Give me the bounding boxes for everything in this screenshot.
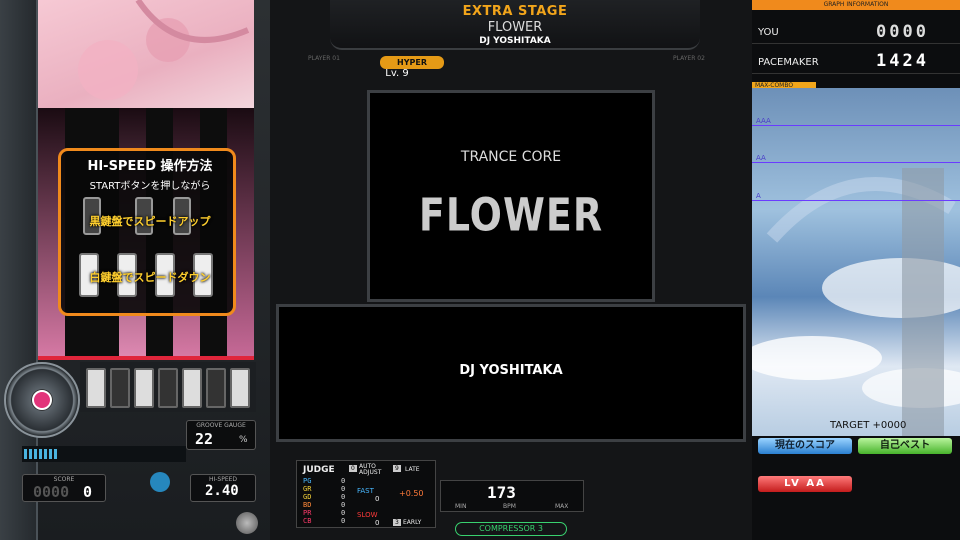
current-score-button[interactable]: 現在のスコア [758,438,852,454]
bpm-max-label: MAX [555,503,569,510]
song-art-panel: TRANCE CORE FLOWER [367,90,655,302]
judge-row-key: PR [303,509,312,517]
bpm-min-label: MIN [455,503,467,510]
indicator-light-icon [150,472,170,492]
fast-value: 0 [375,495,380,503]
judge-row-value: 0 [341,509,346,517]
graph-line-aaa [752,125,960,126]
judge-row-value: 0 [341,477,346,485]
song-artist: DJ YOSHITAKA [479,36,551,46]
background-animation [38,0,254,108]
key-6 [206,368,226,408]
you-row: YOU 0000 [752,20,960,44]
graph-line-a-label: A [756,192,761,200]
judge-row-key: PG [303,477,312,485]
groove-gauge-readout: GROOVE GAUGE 22 % [186,420,256,450]
hispeed-readout: HI-SPEED 2.40 [190,474,256,502]
key-1 [86,368,106,408]
you-value: 0000 [876,22,929,42]
white-key-label: 白鍵盤でスピードダウン [89,271,211,284]
groove-gauge-label: GROOVE GAUGE [196,422,246,429]
slow-label: SLOW [357,511,378,519]
judge-row-value: 0 [341,493,346,501]
score-value-lead: 0000 [33,483,70,501]
hispeed-value: 2.40 [205,483,239,499]
black-key-label: 黒鍵盤でスピードアップ [89,215,211,228]
fast-label: FAST [357,487,374,495]
bpm-label: BPM [503,503,516,510]
late-label: LATE [405,466,420,473]
hispeed-label: HI-SPEED [208,476,238,483]
judge-row-key: BD [303,501,312,509]
bpm-panel: 173 MIN BPM MAX [440,480,584,512]
stage-label: EXTRA STAGE [462,4,568,19]
song-title: FLOWER [487,20,543,35]
you-label: YOU [758,27,779,38]
groove-gauge-fill [24,449,60,459]
graph-line-a [752,200,960,201]
judge-row-value: 0 [341,501,346,509]
judge-panel: JUDGE 0 AUTO ADJUST 9 LATE PG 0 GR 0 GD 0 BD 0 P… [296,460,436,528]
judge-line [38,356,254,360]
score-readout: SCORE 0000 0 [22,474,106,502]
early-label: EARLY [403,519,422,526]
judge-row-value: 0 [341,517,346,525]
judge-row-key: GD [303,493,312,501]
graph-line-aa-label: AA [756,154,766,162]
key-7 [230,368,250,408]
player-2-label: PLAYER 02 [673,55,705,62]
difficulty-level: Lv. 9 [385,68,409,79]
score-graph: AAA AA A TARGET +0000 [752,88,960,436]
slow-value: 0 [375,519,380,527]
song-logo: FLOWER [418,188,604,242]
judge-title: JUDGE [303,465,335,475]
pacemaker-value: 1424 [876,51,929,71]
auto-adjust-number: 0 [349,465,357,472]
key-beams [80,362,256,412]
knob-icon [236,512,258,534]
graph-panel: GRAPH INFORMATION YOU 0000 PACEMAKER 142… [752,0,960,540]
player-1-label: PLAYER 01 [308,55,340,62]
judge-row-key: GR [303,485,312,493]
score-value-tail: 0 [83,483,93,501]
score-label: SCORE [53,476,75,483]
hispeed-help-subtitle: STARTボタンを押しながら [89,181,211,192]
groove-gauge-unit: % [239,435,248,445]
hispeed-help-title: HI-SPEED 操作方法 [87,159,213,174]
hispeed-help-panel: HI-SPEED 操作方法 STARTボタンを押しながら 黒鍵盤でスピードアップ… [58,148,236,316]
key-4 [158,368,178,408]
timing-offset: +0.50 [399,489,424,498]
sky-clouds-icon [752,168,960,436]
judge-row-key: CB [303,517,312,525]
key-2 [110,368,130,408]
stage-header: EXTRA STAGE FLOWER DJ YOSHITAKA [330,0,700,50]
graph-line-aa [752,162,960,163]
pacemaker-label: PACEMAKER [758,57,819,68]
artist-panel: DJ YOSHITAKA [276,304,746,442]
artist-name: DJ YOSHITAKA [459,363,563,378]
song-genre: TRANCE CORE [460,149,562,165]
turntable-center-icon [32,390,52,410]
personal-best-button[interactable]: 自己ベスト [858,438,952,454]
groove-gauge-value: 22 [195,430,214,448]
target-readout: TARGET +0000 [830,420,907,431]
judge-row-value: 0 [341,485,346,493]
key-5 [182,368,202,408]
compressor-badge: COMPRESSOR 3 [455,522,567,536]
auto-adjust-label: AUTO ADJUST [359,463,382,476]
flower-art-icon [78,0,250,100]
graph-header: GRAPH INFORMATION [752,0,960,10]
graph-line-aaa-label: AAA [756,117,771,125]
key-3 [134,368,154,408]
play-area-1p: HI-SPEED 操作方法 STARTボタンを押しながら 黒鍵盤でスピードアップ… [0,0,270,540]
late-number: 9 [393,465,401,472]
bpm-value: 173 [487,483,516,502]
groove-gauge-bar [22,446,186,462]
pacemaker-target-button[interactable]: LV AA [758,476,852,492]
early-number: 3 [393,519,401,526]
pacemaker-row: PACEMAKER 1424 [752,48,960,74]
